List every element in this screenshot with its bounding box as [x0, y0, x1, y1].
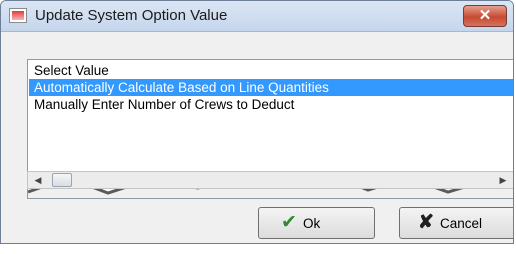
ok-button[interactable]: ✔ Ok: [258, 207, 375, 239]
app-icon: [9, 8, 27, 23]
checkmark-icon: ✔: [281, 212, 297, 233]
scroll-left-icon[interactable]: ◀: [31, 173, 45, 187]
scrollbar-thumb[interactable]: [52, 173, 72, 187]
list-header: Select Value: [34, 63, 109, 78]
dialog-title: Update System Option Value: [35, 7, 228, 24]
cancel-button-label: Cancel: [440, 216, 483, 231]
dialog-window: Update System Option Value ✕ Select Valu…: [0, 0, 514, 244]
scroll-right-icon[interactable]: ▶: [498, 173, 508, 187]
cancel-button[interactable]: ✘ Cancel: [399, 207, 513, 239]
close-button[interactable]: ✕: [463, 5, 507, 27]
horizontal-scrollbar[interactable]: ◀ ▶: [27, 171, 513, 189]
list-item-auto-calculate[interactable]: Automatically Calculate Based on Line Qu…: [29, 79, 513, 96]
title-bar: Update System Option Value ✕: [1, 1, 513, 32]
list-item-manual-enter[interactable]: Manually Enter Number of Crews to Deduct: [29, 96, 513, 113]
ok-button-label: Ok: [303, 216, 321, 231]
x-mark-icon: ✘: [418, 212, 434, 233]
